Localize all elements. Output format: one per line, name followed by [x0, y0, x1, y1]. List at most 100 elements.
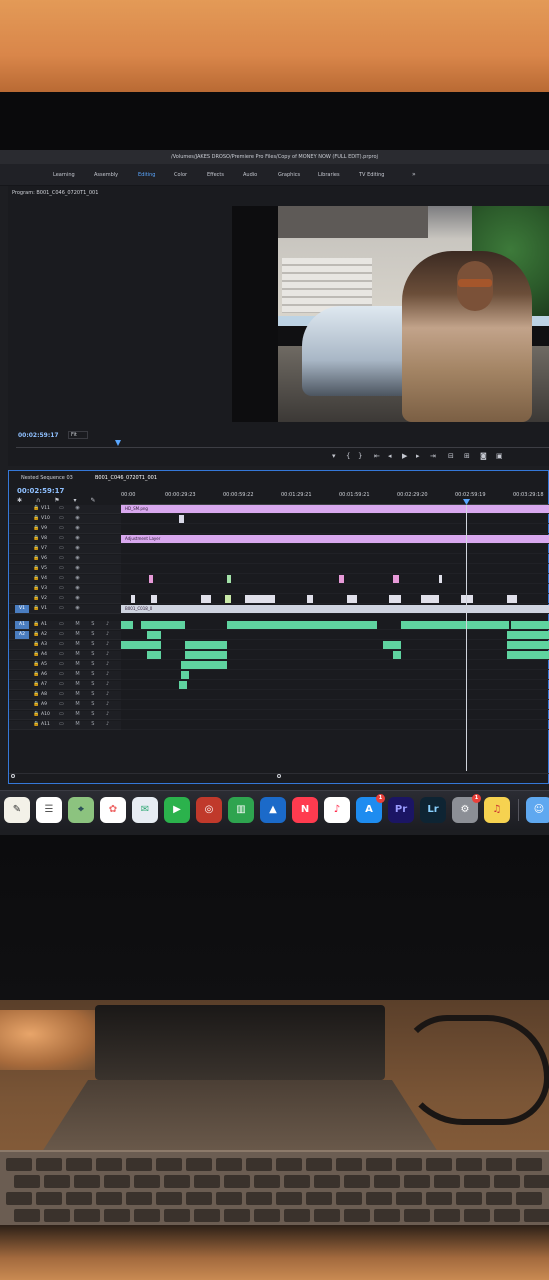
step-back-icon[interactable]: ◂: [388, 452, 392, 460]
track-visibility-icons[interactable]: ▭ ◉: [59, 525, 85, 531]
lock-icon[interactable]: 🔒: [33, 661, 39, 667]
clip-audio[interactable]: [507, 651, 549, 659]
go-to-out-icon[interactable]: ⇥: [430, 452, 436, 460]
play-icon[interactable]: ▶: [402, 452, 407, 460]
workspace-libraries[interactable]: Libraries: [318, 164, 340, 186]
clip-video[interactable]: [151, 595, 157, 603]
lock-icon[interactable]: 🔒: [33, 681, 39, 687]
track-lane[interactable]: [121, 671, 549, 680]
clip-audio[interactable]: [147, 651, 161, 659]
track-lane[interactable]: [121, 691, 549, 700]
dock-app-photo-booth-icon[interactable]: ◎: [196, 797, 222, 823]
track-lane[interactable]: [121, 721, 549, 730]
clip-video[interactable]: [307, 595, 313, 603]
track-visibility-icons[interactable]: ▭ ◉: [59, 585, 85, 591]
lock-icon[interactable]: 🔒: [33, 595, 39, 601]
clip-audio[interactable]: [185, 651, 227, 659]
dock-app-notes-icon[interactable]: ✎: [4, 797, 30, 823]
clip-video[interactable]: [421, 595, 439, 603]
track-header-v9[interactable]: 🔒 V9 ▭ ◉: [9, 525, 121, 534]
clip-marker[interactable]: [179, 515, 184, 523]
clip-audio[interactable]: [227, 621, 377, 629]
track-lane[interactable]: [121, 661, 549, 670]
track-audio-icons[interactable]: ▭ M S ♪: [59, 721, 114, 727]
clip-video[interactable]: [201, 595, 211, 603]
dock-app-maps-icon[interactable]: ⌖: [68, 797, 94, 823]
track-header-a9[interactable]: 🔒 A9 ▭ M S ♪: [9, 701, 121, 710]
lock-icon[interactable]: 🔒: [33, 701, 39, 707]
track-lane[interactable]: [121, 631, 549, 640]
track-header-a11[interactable]: 🔒 A11 ▭ M S ♪: [9, 721, 121, 730]
workspace-graphics[interactable]: Graphics: [278, 164, 300, 186]
tab-active-sequence[interactable]: B001_C046_0720T1_001: [95, 475, 157, 481]
workspace-overflow-icon[interactable]: »: [412, 164, 416, 186]
track-lane[interactable]: [121, 711, 549, 720]
track-audio-icons[interactable]: ▭ M S ♪: [59, 631, 114, 637]
lock-icon[interactable]: 🔒: [33, 671, 39, 677]
lock-icon[interactable]: 🔒: [33, 651, 39, 657]
workspace-effects[interactable]: Effects: [207, 164, 224, 186]
dock-app-news-icon[interactable]: N: [292, 797, 318, 823]
source-patch[interactable]: V1: [15, 605, 29, 613]
dock-app-facetime-icon[interactable]: ▶: [164, 797, 190, 823]
track-header-a8[interactable]: 🔒 A8 ▭ M S ♪: [9, 691, 121, 700]
track-header-v8[interactable]: 🔒 V8 ▭ ◉: [9, 535, 121, 544]
track-lane[interactable]: [121, 575, 549, 584]
track-visibility-icons[interactable]: ▭ ◉: [59, 605, 85, 611]
go-to-in-icon[interactable]: ⇤: [374, 452, 380, 460]
clip-video[interactable]: [225, 595, 231, 603]
track-lane[interactable]: [121, 651, 549, 660]
track-header-v10[interactable]: 🔒 V10 ▭ ◉: [9, 515, 121, 524]
dock-app-reminders-icon[interactable]: ☰: [36, 797, 62, 823]
track-lane[interactable]: [121, 565, 549, 574]
clip-png[interactable]: HD_SM.png: [121, 505, 549, 513]
clip-audio[interactable]: [179, 681, 187, 689]
lock-icon[interactable]: 🔒: [33, 575, 39, 581]
compare-icon[interactable]: ▣: [496, 452, 503, 460]
track-audio-icons[interactable]: ▭ M S ♪: [59, 661, 114, 667]
track-lane[interactable]: [121, 545, 549, 554]
track-header-v5[interactable]: 🔒 V5 ▭ ◉: [9, 565, 121, 574]
clip-audio[interactable]: [511, 621, 549, 629]
clip-audio[interactable]: [147, 631, 161, 639]
clip-graphic[interactable]: [339, 575, 344, 583]
track-lane[interactable]: [121, 555, 549, 564]
step-forward-icon[interactable]: ▸: [416, 452, 420, 460]
track-visibility-icons[interactable]: ▭ ◉: [59, 535, 85, 541]
timeline-scrollbar[interactable]: [9, 773, 549, 779]
track-lane[interactable]: [121, 681, 549, 690]
clip-video[interactable]: [389, 595, 401, 603]
clip-audio[interactable]: [141, 621, 185, 629]
track-lane[interactable]: [121, 595, 549, 604]
clip-audio[interactable]: [121, 641, 161, 649]
lock-icon[interactable]: 🔒: [33, 585, 39, 591]
track-header-a3[interactable]: 🔒 A3 ▭ M S ♪: [9, 641, 121, 650]
zoom-select[interactable]: Fit: [68, 431, 88, 439]
workspace-audio[interactable]: Audio: [243, 164, 257, 186]
track-header-a7[interactable]: 🔒 A7 ▭ M S ♪: [9, 681, 121, 690]
clip-audio[interactable]: [181, 661, 227, 669]
lock-icon[interactable]: 🔒: [33, 641, 39, 647]
clip-audio[interactable]: [383, 641, 401, 649]
track-visibility-icons[interactable]: ▭ ◉: [59, 505, 85, 511]
track-lane[interactable]: Adjustment Layer: [121, 535, 549, 544]
source-patch[interactable]: A1: [15, 621, 29, 629]
track-header-a1[interactable]: A1 🔒 A1 ▭ M S ♪: [9, 621, 121, 630]
program-monitor-tab[interactable]: Program: B001_C046_0720T1_001: [12, 190, 98, 196]
add-marker-icon[interactable]: ▾: [332, 452, 336, 460]
track-audio-icons[interactable]: ▭ M S ♪: [59, 701, 114, 707]
source-patch[interactable]: A2: [15, 631, 29, 639]
lock-icon[interactable]: 🔒: [33, 721, 39, 727]
scroll-handle-left[interactable]: [11, 774, 15, 778]
clip-video[interactable]: [347, 595, 357, 603]
clip-audio[interactable]: [185, 641, 227, 649]
track-lane[interactable]: HD_SM.png: [121, 505, 549, 514]
track-lane[interactable]: [121, 641, 549, 650]
track-header-a2[interactable]: A2 🔒 A2 ▭ M S ♪: [9, 631, 121, 640]
program-scrub-bar[interactable]: [16, 444, 549, 448]
track-header-v1[interactable]: V1 🔒 V1 ▭ ◉: [9, 605, 121, 614]
dock-app-system-preferences-icon[interactable]: ⚙ 1: [452, 794, 481, 823]
track-header-a6[interactable]: 🔒 A6 ▭ M S ♪: [9, 671, 121, 680]
track-lane[interactable]: [121, 621, 549, 630]
lock-icon[interactable]: 🔒: [33, 621, 39, 627]
